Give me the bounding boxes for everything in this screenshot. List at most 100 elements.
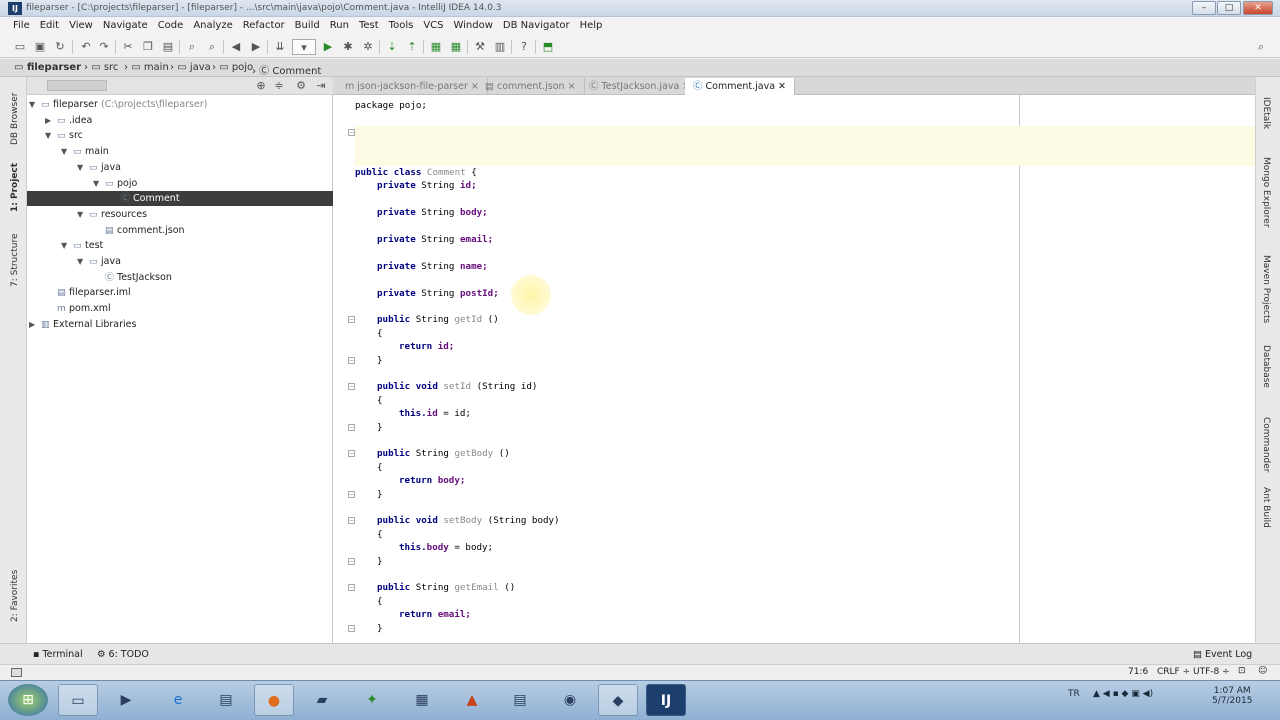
close-tab-icon[interactable]: ✕ <box>778 81 786 92</box>
fold-marker-icon[interactable]: − <box>348 517 355 525</box>
internet-explorer-taskbar-icon[interactable]: e <box>158 684 198 716</box>
folder-taskbar-icon[interactable]: ▰ <box>302 684 342 716</box>
tree-node[interactable]: ▼ ▭ main <box>61 144 109 159</box>
media-player-taskbar-icon[interactable]: ▶ <box>106 684 146 716</box>
expanded-arrow-icon[interactable]: ▼ <box>61 238 73 253</box>
collapsed-arrow-icon[interactable]: ▶ <box>45 113 57 128</box>
todo-tool-button[interactable]: ⚙ 6: TODO <box>97 649 149 660</box>
fold-marker-icon[interactable]: − <box>348 490 355 498</box>
coverage-icon[interactable]: ✲ <box>360 39 376 55</box>
fold-marker-icon[interactable]: − <box>348 383 355 391</box>
tool-window-favorites[interactable]: 2: Favorites <box>10 570 20 622</box>
tray-icons[interactable]: ▲ ◀ ▪ ◆ ▣ ◀) <box>1093 689 1153 699</box>
tab-comment-json[interactable]: ▤ comment.json × <box>477 78 585 95</box>
tool-windows-toggle-icon[interactable] <box>11 668 22 677</box>
intellij-taskbar-icon[interactable]: IJ <box>646 684 686 716</box>
project-view-dropdown[interactable] <box>47 80 107 91</box>
tree-node[interactable]: ▤ fileparser.iml <box>45 285 131 300</box>
menu-run[interactable]: Run <box>325 17 354 35</box>
undo-icon[interactable]: ↶ <box>78 39 94 55</box>
menu-file[interactable]: File <box>8 17 35 35</box>
tree-node[interactable]: ▼ ▭ java <box>77 160 121 175</box>
fold-marker-icon[interactable]: − <box>348 584 355 592</box>
fold-marker-icon[interactable]: − <box>348 316 355 324</box>
fold-marker-icon[interactable]: − <box>348 128 355 136</box>
menu-tools[interactable]: Tools <box>384 17 419 35</box>
tree-node[interactable]: m pom.xml <box>45 301 111 316</box>
virtualbox-taskbar-icon[interactable]: ◆ <box>598 684 638 716</box>
vcs-update-icon[interactable]: ⇣ <box>384 39 400 55</box>
tree-node[interactable]: ▤ comment.json <box>93 223 185 238</box>
tool-window-project[interactable]: 1: Project <box>10 163 20 212</box>
fold-marker-icon[interactable]: − <box>348 624 355 632</box>
start-button-icon[interactable]: ⊞ <box>8 684 48 716</box>
fold-marker-icon[interactable]: − <box>348 557 355 565</box>
menu-edit[interactable]: Edit <box>35 17 64 35</box>
tool-window-mongo-explorer[interactable]: Mongo Explorer <box>1261 157 1271 228</box>
hide-panel-icon[interactable]: ⇥ <box>313 78 329 94</box>
tree-node[interactable]: ▼ ▭ pojo <box>93 176 137 191</box>
expanded-arrow-icon[interactable]: ▼ <box>61 144 73 159</box>
settings-icon[interactable]: ⚒ <box>472 39 488 55</box>
minimize-button[interactable]: – <box>1192 1 1216 15</box>
system-clock[interactable]: 1:07 AM 5/7/2015 <box>1212 686 1252 706</box>
tab-comment-java[interactable]: Ⓒ Comment.java ✕ <box>685 78 796 95</box>
eclipse-taskbar-icon[interactable]: ◉ <box>550 684 590 716</box>
caret-position[interactable]: 71:6 <box>1128 667 1148 677</box>
keyboard-language[interactable]: TR <box>1068 689 1080 699</box>
replace-icon[interactable]: ⌕ <box>204 39 220 55</box>
run-icon[interactable]: ▶ <box>320 39 336 55</box>
document-taskbar-icon[interactable]: ▤ <box>500 684 540 716</box>
menu-vcs[interactable]: VCS <box>418 17 448 35</box>
inspector-icon[interactable]: ☺ <box>1258 666 1267 676</box>
fold-marker-icon[interactable]: − <box>348 423 355 431</box>
plugin-icon[interactable]: ⬒ <box>540 39 556 55</box>
breadcrumb-pojo[interactable]: › ▭ pojo <box>212 62 253 73</box>
collapsed-arrow-icon[interactable]: ▶ <box>29 317 41 332</box>
menu-window[interactable]: Window <box>448 17 497 35</box>
copy-icon[interactable]: ❐ <box>140 39 156 55</box>
menu-analyze[interactable]: Analyze <box>188 17 237 35</box>
tree-node[interactable]: Ⓒ TestJackson <box>93 270 172 285</box>
help-icon[interactable]: ? <box>516 39 532 55</box>
firefox-taskbar-icon[interactable]: ● <box>254 684 294 716</box>
make-project-icon[interactable]: ⇊ <box>272 39 288 55</box>
video-taskbar-icon[interactable]: ▦ <box>402 684 442 716</box>
menu-code[interactable]: Code <box>153 17 189 35</box>
file-encoding[interactable]: UTF-8 ÷ <box>1193 667 1230 677</box>
breadcrumb-src[interactable]: › ▭ src <box>84 62 118 73</box>
menu-navigate[interactable]: Navigate <box>98 17 153 35</box>
paste-icon[interactable]: ▤ <box>160 39 176 55</box>
fold-marker-icon[interactable]: − <box>348 450 355 458</box>
menu-test[interactable]: Test <box>354 17 384 35</box>
tree-node[interactable]: ▼ ▭ java <box>77 254 121 269</box>
read-only-lock-icon[interactable]: ⊡ <box>1238 666 1246 676</box>
redo-icon[interactable]: ↷ <box>96 39 112 55</box>
cut-icon[interactable]: ✂ <box>120 39 136 55</box>
menu-db-navigator[interactable]: DB Navigator <box>498 17 575 35</box>
tool-window-commander[interactable]: Commander <box>1261 417 1271 473</box>
tree-node[interactable]: ▼ ▭ fileparser (C:\projects\fileparser) <box>29 97 207 112</box>
breadcrumb-main[interactable]: › ▭ main <box>124 62 169 73</box>
tool-window-ant-build[interactable]: Ant Build <box>1261 487 1271 528</box>
project-structure-icon[interactable]: ▦ <box>428 39 444 55</box>
vcs-commit-icon[interactable]: ⇡ <box>404 39 420 55</box>
sdk-manager-icon[interactable]: ▥ <box>492 39 508 55</box>
gear-icon[interactable]: ⚙ <box>293 78 309 94</box>
tool-window-db-browser[interactable]: DB Browser <box>10 93 20 145</box>
open-folder-icon[interactable]: ▭ <box>12 39 28 55</box>
find-icon[interactable]: ⌕ <box>184 39 200 55</box>
collapse-all-icon[interactable]: ≑ <box>271 78 287 94</box>
breadcrumb-fileparser[interactable]: ▭ fileparser <box>14 62 81 73</box>
run-config-dropdown[interactable]: ▾ <box>292 39 316 55</box>
tree-node[interactable]: ▼ ▭ test <box>61 238 103 253</box>
expanded-arrow-icon[interactable]: ▼ <box>45 128 57 143</box>
expanded-arrow-icon[interactable]: ▼ <box>77 160 89 175</box>
code-editor[interactable]: package pojo;/** * Created by BeytullahC… <box>355 95 1255 643</box>
forward-icon[interactable]: ▶ <box>248 39 264 55</box>
matlab-taskbar-icon[interactable]: ▲ <box>452 684 492 716</box>
menu-help[interactable]: Help <box>575 17 608 35</box>
tool-window-maven-projects[interactable]: Maven Projects <box>1261 255 1271 323</box>
tree-node[interactable]: ▶ ▥ External Libraries <box>29 317 136 332</box>
synchronize-icon[interactable]: ↻ <box>52 39 68 55</box>
